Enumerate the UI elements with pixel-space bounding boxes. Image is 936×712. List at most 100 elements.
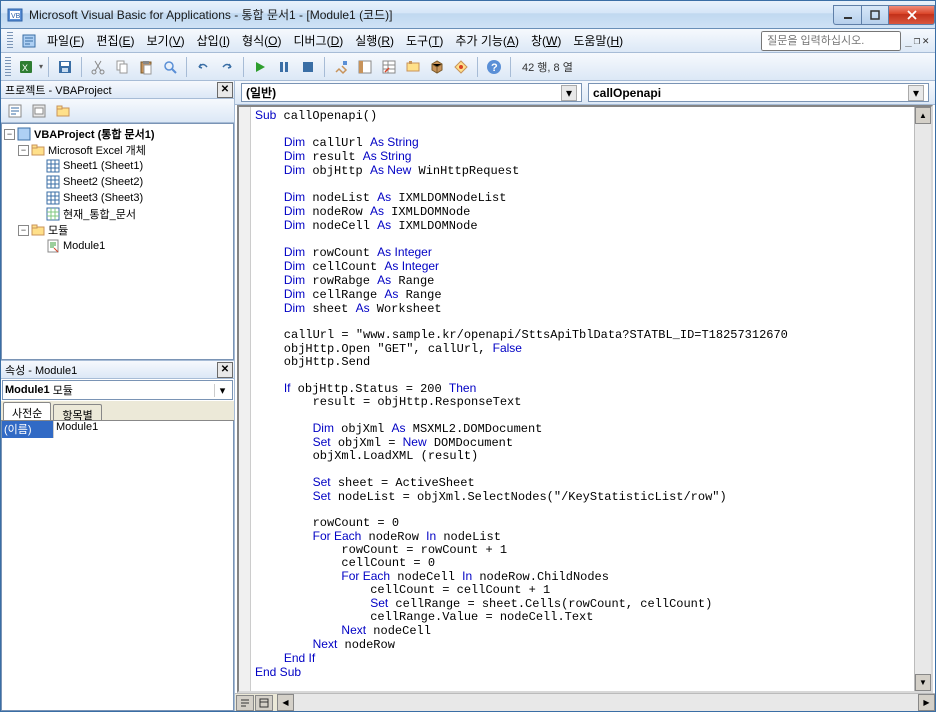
project-explorer-button[interactable] <box>354 56 376 78</box>
menu-삽입[interactable]: 삽입(I) <box>191 30 236 51</box>
tab-order-button[interactable] <box>450 56 472 78</box>
folder-icon <box>31 223 45 237</box>
paste-button[interactable] <box>135 56 157 78</box>
object-selector[interactable]: Module1 모듈 ▾ <box>2 380 233 400</box>
copy-button[interactable] <box>111 56 133 78</box>
properties-panel-close-button[interactable]: ✕ <box>217 362 233 378</box>
project-tree[interactable]: − VBAProject (통합 문서1) − Microsoft Excel … <box>1 123 234 360</box>
object-name: Module1 <box>5 384 50 396</box>
menu-디버그[interactable]: 디버그(D) <box>287 30 349 51</box>
mdi-minimize-button[interactable]: _ <box>905 34 912 47</box>
cursor-position: 42 행, 8 열 <box>516 59 736 75</box>
toggle-folders-button[interactable] <box>53 101 73 121</box>
tree-sheet[interactable]: Sheet3 (Sheet3) <box>2 190 233 206</box>
horizontal-scrollbar[interactable]: ◀ ▶ <box>277 694 935 711</box>
menu-창[interactable]: 창(W) <box>525 30 567 51</box>
project-panel-close-button[interactable]: ✕ <box>217 82 233 98</box>
tab-alphabetic[interactable]: 사전순 <box>3 402 51 420</box>
svg-text:?: ? <box>491 62 498 74</box>
tree-module1[interactable]: Module1 <box>2 238 233 254</box>
menubar: 파일(F)편집(E)보기(V)삽입(I)형식(O)디버그(D)실행(R)도구(T… <box>1 29 935 53</box>
break-button[interactable] <box>273 56 295 78</box>
tree-label: Sheet1 (Sheet1) <box>63 160 143 172</box>
vertical-scrollbar[interactable]: ▲ ▼ <box>914 107 931 691</box>
sheet-icon <box>46 175 60 189</box>
tree-folder-modules[interactable]: − 모듈 <box>2 222 233 238</box>
view-excel-button[interactable]: X <box>15 56 37 78</box>
tab-categorized[interactable]: 항목별 <box>53 404 101 420</box>
scroll-down-icon[interactable]: ▼ <box>915 674 931 691</box>
combo-value: (일반) <box>246 84 276 101</box>
scroll-up-icon[interactable]: ▲ <box>915 107 931 124</box>
find-button[interactable] <box>159 56 181 78</box>
tree-workbook[interactable]: 현재_통합_문서 <box>2 206 233 222</box>
window-controls <box>833 5 935 25</box>
app-icon: VB <box>7 7 23 23</box>
design-mode-button[interactable] <box>330 56 352 78</box>
project-icon <box>17 127 31 141</box>
menu-도구[interactable]: 도구(T) <box>400 30 449 51</box>
procedure-list-combo[interactable]: callOpenapi ▾ <box>588 83 929 102</box>
reset-button[interactable] <box>297 56 319 78</box>
menu-추가 기능[interactable]: 추가 기능(A) <box>449 30 525 51</box>
collapse-icon[interactable]: − <box>18 225 29 236</box>
help-button[interactable]: ? <box>483 56 505 78</box>
collapse-icon[interactable]: − <box>4 129 15 140</box>
toolbar-grip[interactable] <box>5 57 11 77</box>
scroll-right-icon[interactable]: ▶ <box>918 694 935 711</box>
scroll-left-icon[interactable]: ◀ <box>277 694 294 711</box>
code-view-strip: ◀ ▶ <box>235 693 935 711</box>
toolbox-button[interactable] <box>426 56 448 78</box>
tree-sheet[interactable]: Sheet2 (Sheet2) <box>2 174 233 190</box>
svg-text:VB: VB <box>11 13 21 20</box>
code-text[interactable]: Sub callOpenapi() Dim callUrl As String … <box>251 107 914 691</box>
object-browser-button[interactable] <box>402 56 424 78</box>
undo-button[interactable] <box>192 56 214 78</box>
module-icon <box>46 239 60 253</box>
cut-button[interactable] <box>87 56 109 78</box>
properties-grid[interactable]: (이름) Module1 <box>1 421 234 711</box>
object-type: 모듈 <box>53 382 73 398</box>
close-button[interactable] <box>889 5 935 25</box>
properties-panel-title: 속성 - Module1 <box>5 362 77 378</box>
tree-folder-excel-objects[interactable]: − Microsoft Excel 개체 <box>2 142 233 158</box>
dropdown-icon[interactable]: ▾ <box>908 85 924 101</box>
mdi-restore-button[interactable]: ❐ <box>914 34 921 47</box>
help-search-input[interactable] <box>761 31 901 51</box>
vba-editor-window: VB Microsoft Visual Basic for Applicatio… <box>0 0 936 712</box>
code-selector-bar: (일반) ▾ callOpenapi ▾ <box>235 81 935 105</box>
minimize-button[interactable] <box>833 5 861 25</box>
mdi-controls: _ ❐ ✕ <box>905 34 929 47</box>
menu-편집[interactable]: 편집(E) <box>90 30 140 51</box>
property-row[interactable]: (이름) Module1 <box>2 421 233 438</box>
redo-button[interactable] <box>216 56 238 78</box>
menu-형식[interactable]: 형식(O) <box>236 30 287 51</box>
view-code-button[interactable] <box>5 101 25 121</box>
property-name: (이름) <box>2 421 54 438</box>
full-module-view-button[interactable] <box>255 695 273 711</box>
object-list-combo[interactable]: (일반) ▾ <box>241 83 582 102</box>
procedure-view-button[interactable] <box>236 695 254 711</box>
code-margin[interactable] <box>239 107 251 691</box>
menubar-grip[interactable] <box>7 32 13 50</box>
mdi-close-button[interactable]: ✕ <box>922 34 929 47</box>
dropdown-icon[interactable]: ▾ <box>561 85 577 101</box>
menu-파일[interactable]: 파일(F) <box>41 30 90 51</box>
properties-panel-header: 속성 - Module1 ✕ <box>1 361 234 379</box>
view-object-button[interactable] <box>29 101 49 121</box>
menu-실행[interactable]: 실행(R) <box>349 30 400 51</box>
maximize-button[interactable] <box>861 5 889 25</box>
tree-label: 현재_통합_문서 <box>63 206 136 222</box>
tree-root[interactable]: − VBAProject (통합 문서1) <box>2 126 233 142</box>
run-button[interactable] <box>249 56 271 78</box>
menu-도움말[interactable]: 도움말(H) <box>567 30 629 51</box>
tree-sheet[interactable]: Sheet1 (Sheet1) <box>2 158 233 174</box>
save-button[interactable] <box>54 56 76 78</box>
menu-보기[interactable]: 보기(V) <box>141 30 191 51</box>
dropdown-icon[interactable]: ▾ <box>214 384 230 397</box>
properties-tabs: 사전순 항목별 <box>1 401 234 421</box>
properties-window-button[interactable] <box>378 56 400 78</box>
property-value[interactable]: Module1 <box>54 421 233 438</box>
vba-icon <box>21 33 37 49</box>
collapse-icon[interactable]: − <box>18 145 29 156</box>
